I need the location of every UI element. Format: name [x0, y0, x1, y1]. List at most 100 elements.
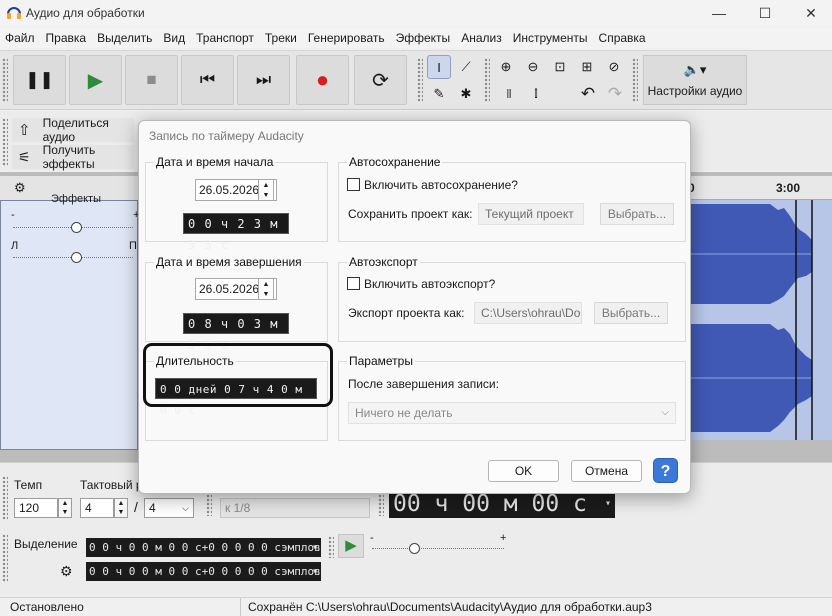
trim-audio-icon[interactable]: ⫼: [497, 82, 521, 106]
effects-label[interactable]: Эффекты: [51, 193, 101, 205]
toolbar-grip[interactable]: [328, 536, 334, 558]
audio-settings-label: Настройки аудио: [647, 84, 743, 98]
meter-numerator-input[interactable]: 4: [80, 498, 114, 518]
menu-tools[interactable]: Инструменты: [508, 28, 594, 48]
close-button[interactable]: ✕: [788, 0, 832, 26]
menu-help[interactable]: Справка: [594, 28, 652, 48]
tempo-label: Темп: [14, 478, 43, 492]
end-group-label: Дата и время завершения: [154, 255, 304, 269]
toolbar-grip[interactable]: [2, 534, 8, 582]
menu-bar: Файл Правка Выделить Вид Транспорт Треки…: [0, 28, 832, 48]
window-title: Аудио для обработки: [26, 6, 145, 20]
timer-record-dialog: Запись по таймеру Audacity Дата и время …: [138, 120, 691, 494]
play-button[interactable]: ▶: [69, 55, 122, 105]
after-recording-select[interactable]: Ничего не делать ⌵: [348, 402, 676, 424]
toolbar-grip[interactable]: [206, 494, 212, 516]
meter-numerator-spinner[interactable]: ▲ ▼: [114, 498, 128, 518]
end-date-spinner[interactable]: ▲ ▼: [258, 278, 274, 300]
time-display[interactable]: 00 ч 00 м 00 с ▾: [389, 490, 615, 518]
tempo-input[interactable]: 120: [14, 498, 58, 518]
menu-analyze[interactable]: Анализ: [456, 28, 508, 48]
silence-audio-icon[interactable]: ⫿: [524, 82, 548, 106]
time-display-value: 00 ч 00 м 00 с: [393, 491, 587, 517]
autoexport-choose-button[interactable]: Выбрать...: [594, 302, 668, 324]
export-as-field[interactable]: C:\Users\ohrau\Do: [474, 302, 582, 324]
redo-icon[interactable]: ↷: [603, 82, 627, 106]
selection-start-display[interactable]: 0 0 ч 0 0 м 0 0 с+0 0 0 0 0 сэмплов ▾: [86, 538, 321, 557]
menu-select[interactable]: Выделить: [92, 28, 158, 48]
undo-icon[interactable]: ↶: [576, 82, 600, 106]
autosave-checkbox[interactable]: Включить автосохранение?: [347, 178, 518, 192]
fit-selection-icon[interactable]: ⊡: [548, 55, 572, 79]
zoom-in-icon[interactable]: ⊕: [494, 55, 518, 79]
ok-button[interactable]: OK: [488, 460, 559, 482]
meter-denominator-value: 4: [149, 501, 156, 515]
autosave-choose-button[interactable]: Выбрать...: [600, 203, 674, 225]
speed-slider-track: [372, 548, 504, 549]
save-as-field[interactable]: Текущий проект: [478, 203, 584, 225]
menu-edit[interactable]: Правка: [41, 28, 93, 48]
cancel-button[interactable]: Отмена: [571, 460, 642, 482]
stop-button[interactable]: ■: [125, 55, 178, 105]
toolbar-grip[interactable]: [2, 476, 8, 520]
share-audio-button[interactable]: ⇧ Поделиться аудио: [12, 116, 134, 144]
title-bar: Аудио для обработки — ☐ ✕: [0, 0, 832, 26]
toolbar-grip[interactable]: [378, 494, 384, 516]
selection-tool-icon[interactable]: I: [427, 55, 451, 79]
autoexport-checkbox[interactable]: Включить автоэкспорт?: [347, 277, 495, 291]
selection-end-display[interactable]: 0 0 ч 0 0 м 0 0 с+0 0 0 0 0 сэмплов ▾: [86, 562, 321, 581]
audacity-logo-icon: [6, 5, 22, 21]
zoom-toggle-icon[interactable]: ⊘: [602, 55, 626, 79]
menu-view[interactable]: Вид: [158, 28, 191, 48]
draw-tool-icon[interactable]: ✎: [427, 82, 451, 106]
pan-right-label: П: [129, 240, 137, 252]
meter-denominator-select[interactable]: 4 ⌵: [144, 498, 194, 518]
start-date-spinner[interactable]: ▲ ▼: [258, 179, 274, 201]
audio-settings-button[interactable]: 🔈▾ Настройки аудио: [643, 55, 747, 105]
envelope-tool-icon[interactable]: ⟋: [454, 55, 478, 79]
toolbar-grip[interactable]: [484, 58, 490, 102]
pan-slider-thumb[interactable]: [71, 252, 82, 263]
maximize-button[interactable]: ☐: [742, 0, 788, 26]
autoexport-checkbox-label: Включить автоэкспорт?: [364, 277, 496, 291]
speed-minus-label: -: [370, 532, 374, 544]
fit-project-icon[interactable]: ⊞: [575, 55, 599, 79]
tempo-spinner[interactable]: ▲ ▼: [58, 498, 72, 518]
pause-button[interactable]: ❚❚: [13, 55, 66, 105]
autoexport-group-label: Автоэкспорт: [347, 255, 420, 269]
record-button[interactable]: ●: [296, 55, 349, 105]
multi-tool-icon[interactable]: ✱: [454, 82, 478, 106]
autosave-checkbox-box[interactable]: [347, 178, 360, 191]
skip-to-end-button[interactable]: ⏭: [237, 55, 290, 105]
snap-select[interactable]: к 1/8: [220, 498, 370, 518]
gear-icon[interactable]: ⚙: [60, 563, 73, 580]
chevron-down-icon: ▾: [604, 498, 611, 509]
gear-icon[interactable]: ⚙: [14, 180, 26, 196]
loop-button[interactable]: ⟳: [354, 55, 407, 105]
skip-to-start-button[interactable]: ⏮: [181, 55, 234, 105]
minimize-button[interactable]: —: [696, 0, 742, 26]
help-icon[interactable]: ?: [653, 458, 678, 483]
speed-slider-thumb[interactable]: [409, 543, 420, 554]
toolbar-grip[interactable]: [632, 58, 638, 102]
toolbar-grip[interactable]: [2, 58, 8, 102]
end-time-display[interactable]: 0 8 ч 0 3 м 3 3 с: [183, 313, 289, 352]
gain-slider-thumb[interactable]: [71, 222, 82, 233]
selection-end-value: 0 0 ч 0 0 м 0 0 с+0 0 0 0 0 сэмплов: [89, 565, 321, 578]
toolbar-grip[interactable]: [2, 118, 8, 166]
menu-file[interactable]: Файл: [0, 28, 41, 48]
params-group-label: Параметры: [347, 354, 415, 368]
menu-effects[interactable]: Эффекты: [391, 28, 457, 48]
play-at-speed-button[interactable]: ▶: [338, 534, 364, 558]
autosave-group-label: Автосохранение: [347, 155, 443, 169]
menu-generate[interactable]: Генерировать: [303, 28, 391, 48]
start-time-display[interactable]: 0 0 ч 2 3 м 3 3 с: [183, 213, 289, 252]
menu-tracks[interactable]: Треки: [260, 28, 303, 48]
meter-slash: /: [134, 499, 138, 515]
get-effects-button[interactable]: ⚟ Получить эффекты: [12, 143, 134, 171]
zoom-out-icon[interactable]: ⊖: [521, 55, 545, 79]
toolbar-grip[interactable]: [417, 58, 423, 102]
plug-icon: ⚟: [18, 148, 31, 165]
menu-transport[interactable]: Транспорт: [191, 28, 260, 48]
autoexport-checkbox-box[interactable]: [347, 277, 360, 290]
